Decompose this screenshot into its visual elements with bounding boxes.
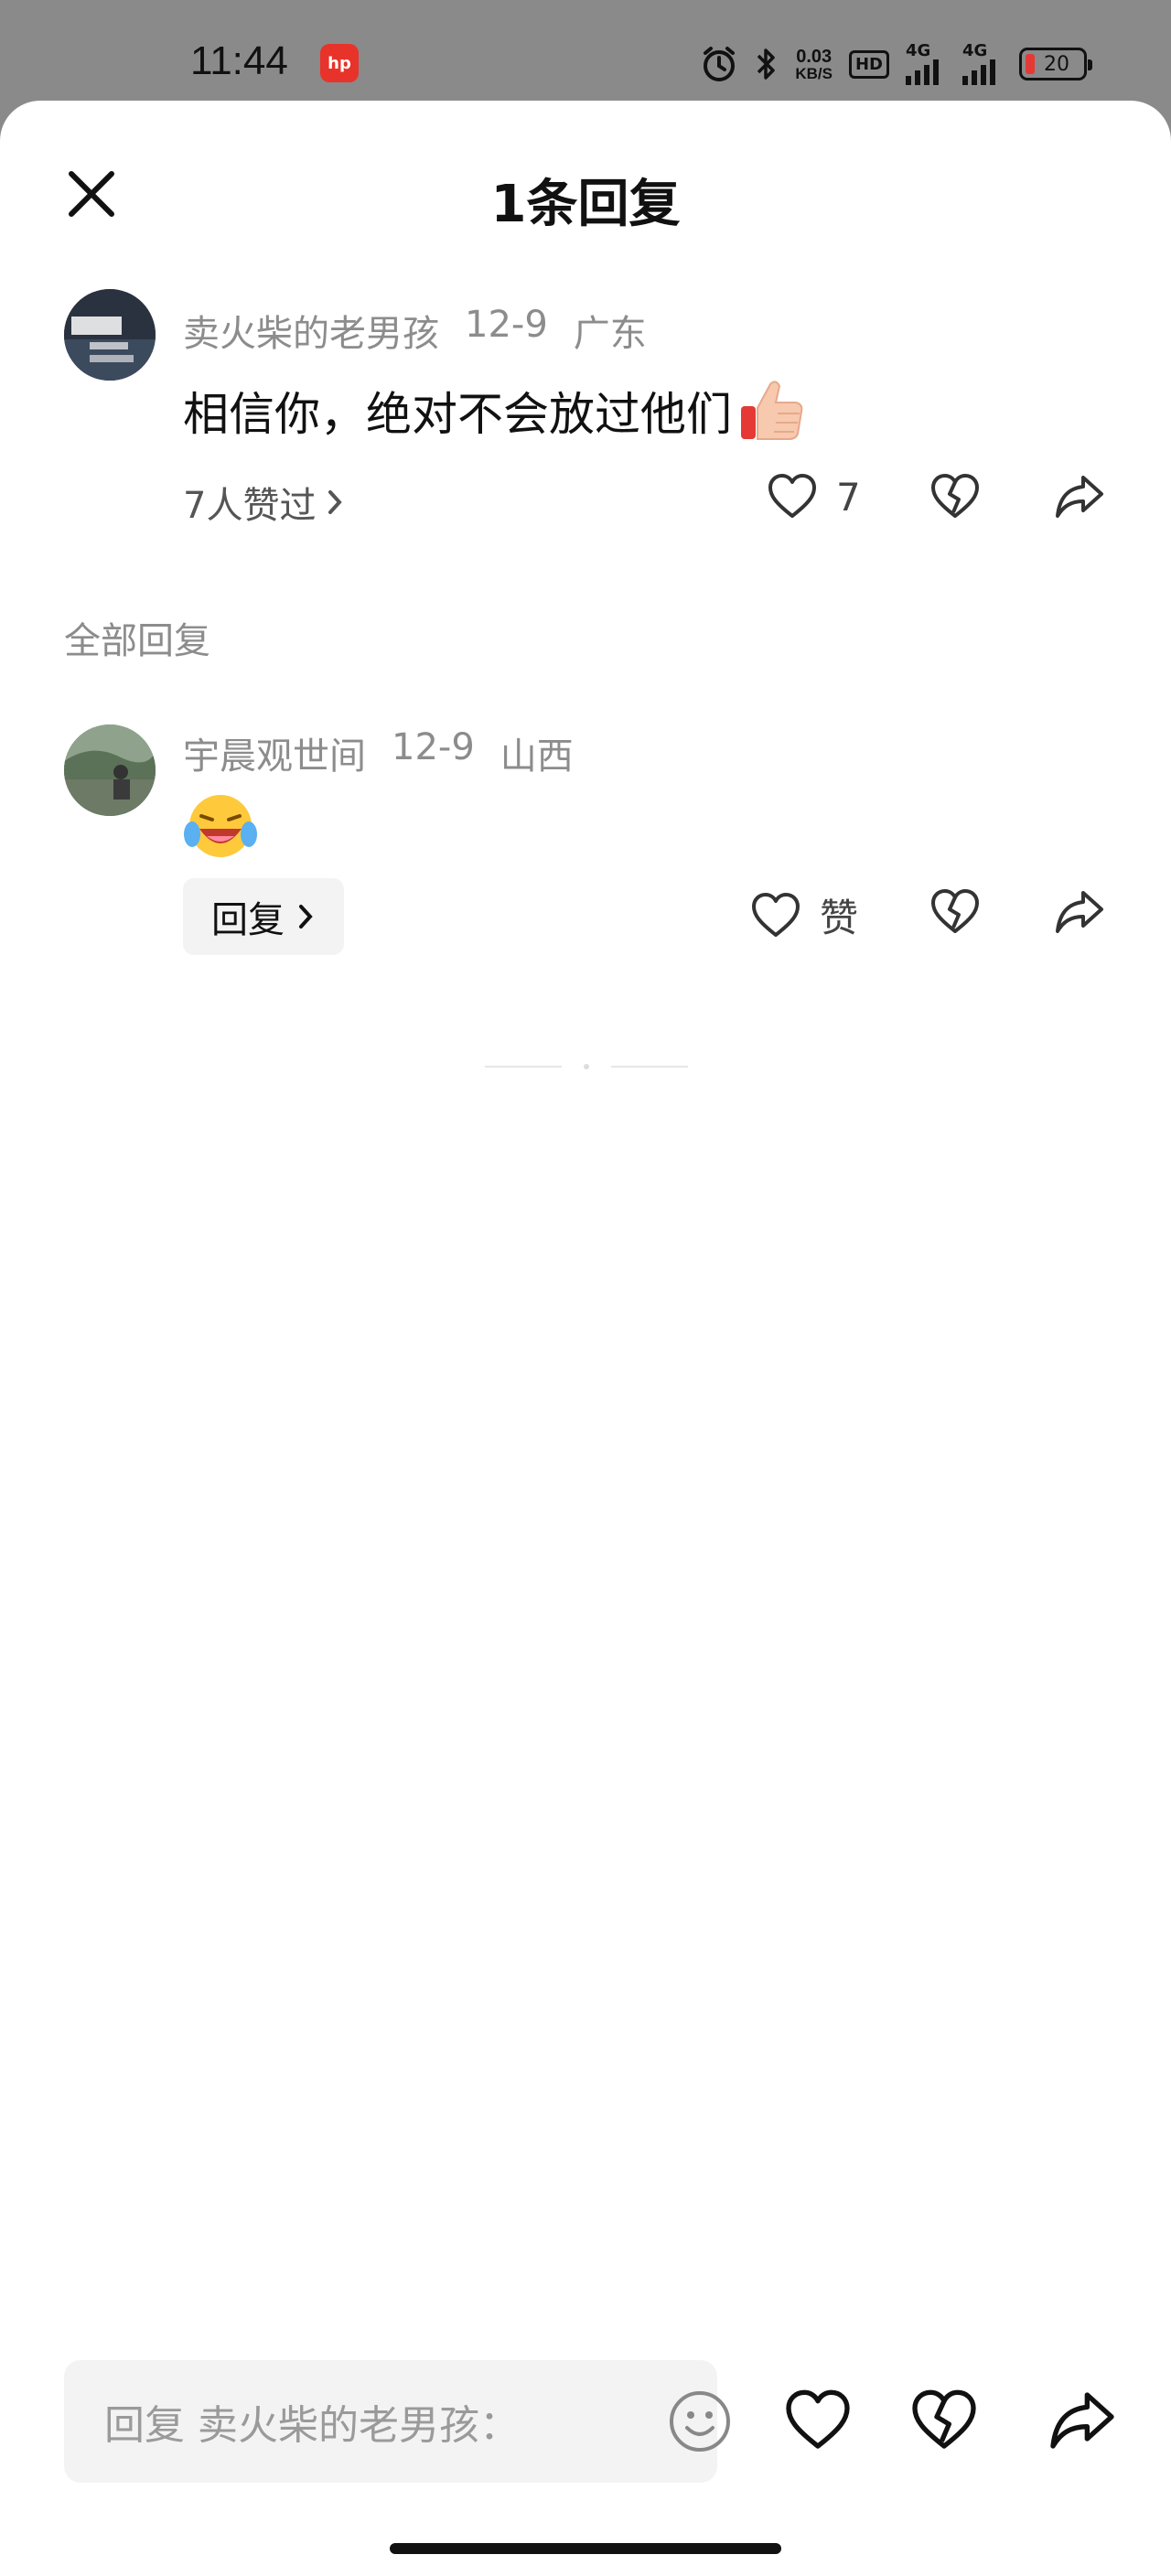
- network-type-2: 4G: [962, 41, 988, 60]
- section-label: 全部回复: [64, 620, 210, 662]
- author-name[interactable]: 宇晨观世间: [183, 726, 366, 779]
- heart-icon: [752, 892, 800, 937]
- likers-link[interactable]: 7人赞过: [183, 476, 345, 529]
- like-label: 赞: [820, 896, 859, 940]
- share-button[interactable]: [1054, 472, 1105, 521]
- comment-body: 相信你，绝对不会放过他们: [183, 388, 732, 441]
- sheet-title: 1条回复: [490, 175, 681, 234]
- battery-icon: 20: [1019, 48, 1092, 80]
- status-icons: 0.03 KB/S HD 4G 4G 20: [700, 42, 1092, 86]
- share-icon: [1056, 476, 1103, 518]
- replies-sheet: 1条回复 卖火柴的老男孩 12-9 广东 相信你，绝对不会放过他们 7人赞过 7…: [0, 101, 1171, 2576]
- home-indicator[interactable]: [390, 2543, 781, 2554]
- reply-button[interactable]: 回复: [183, 878, 344, 955]
- signal-icon-2: 4G: [962, 43, 1003, 85]
- heart-icon: [768, 474, 816, 518]
- author-name[interactable]: 卖火柴的老男孩: [183, 304, 439, 357]
- laughing-crying-emoji: [183, 789, 258, 864]
- network-speed-value: 0.03: [796, 46, 833, 67]
- heart-icon: [786, 2389, 850, 2449]
- network-type-1: 4G: [906, 41, 931, 60]
- end-of-list-divider: [485, 1056, 688, 1078]
- bluetooth-icon: [755, 45, 779, 83]
- alarm-icon: [700, 45, 738, 83]
- status-bar: 11:44 hp 0.03 KB/S HD 4G 4G 20: [0, 0, 1171, 102]
- comment-date: 12-9: [465, 304, 548, 346]
- avatar[interactable]: [64, 724, 156, 816]
- reply-dislike-button[interactable]: [929, 887, 981, 937]
- reply-meta: 宇晨观世间 12-9 山西: [183, 726, 574, 779]
- avatar[interactable]: [64, 289, 156, 381]
- reply-like-button[interactable]: 赞: [750, 887, 858, 943]
- reply-input[interactable]: 回复 卖火柴的老男孩：: [64, 2360, 730, 2483]
- reply-date: 12-9: [392, 726, 475, 768]
- share-icon: [1050, 2392, 1114, 2449]
- dislike-button[interactable]: [929, 472, 981, 521]
- comment-location: 广东: [573, 313, 647, 355]
- reply-input-placeholder: 回复 卖火柴的老男孩：: [104, 2402, 520, 2449]
- likers-text: 7人赞过: [183, 485, 317, 527]
- signal-icon-1: 4G: [906, 43, 946, 85]
- app-logo-icon: hp: [320, 44, 359, 82]
- broken-heart-icon: [912, 2389, 976, 2449]
- chevron-right-icon: [299, 905, 313, 928]
- bottom-dislike-button[interactable]: [909, 2388, 979, 2453]
- like-button[interactable]: 7: [767, 472, 861, 521]
- comment-text: 相信你，绝对不会放过他们: [183, 375, 807, 446]
- battery-level: 20: [1044, 52, 1069, 76]
- broken-heart-icon: [931, 474, 979, 518]
- reply-share-button[interactable]: [1054, 887, 1105, 937]
- chevron-right-icon: [328, 490, 343, 514]
- emoji-button[interactable]: [668, 2389, 732, 2453]
- broken-heart-icon: [931, 889, 979, 933]
- like-count: 7: [836, 474, 861, 520]
- bottom-share-button[interactable]: [1047, 2388, 1118, 2453]
- comment-meta: 卖火柴的老男孩 12-9 广东: [183, 304, 647, 357]
- smile-icon: [670, 2391, 730, 2452]
- reply-location: 山西: [500, 735, 574, 778]
- share-icon: [1056, 891, 1103, 933]
- reply-label: 回复: [211, 899, 285, 941]
- network-speed: 0.03 KB/S: [795, 48, 833, 81]
- status-time: 11:44: [190, 38, 288, 83]
- network-speed-unit: KB/S: [795, 64, 833, 82]
- thumbs-up-emoji: [736, 375, 807, 446]
- hd-voice-icon: HD: [848, 49, 889, 79]
- bottom-like-button[interactable]: [783, 2388, 853, 2453]
